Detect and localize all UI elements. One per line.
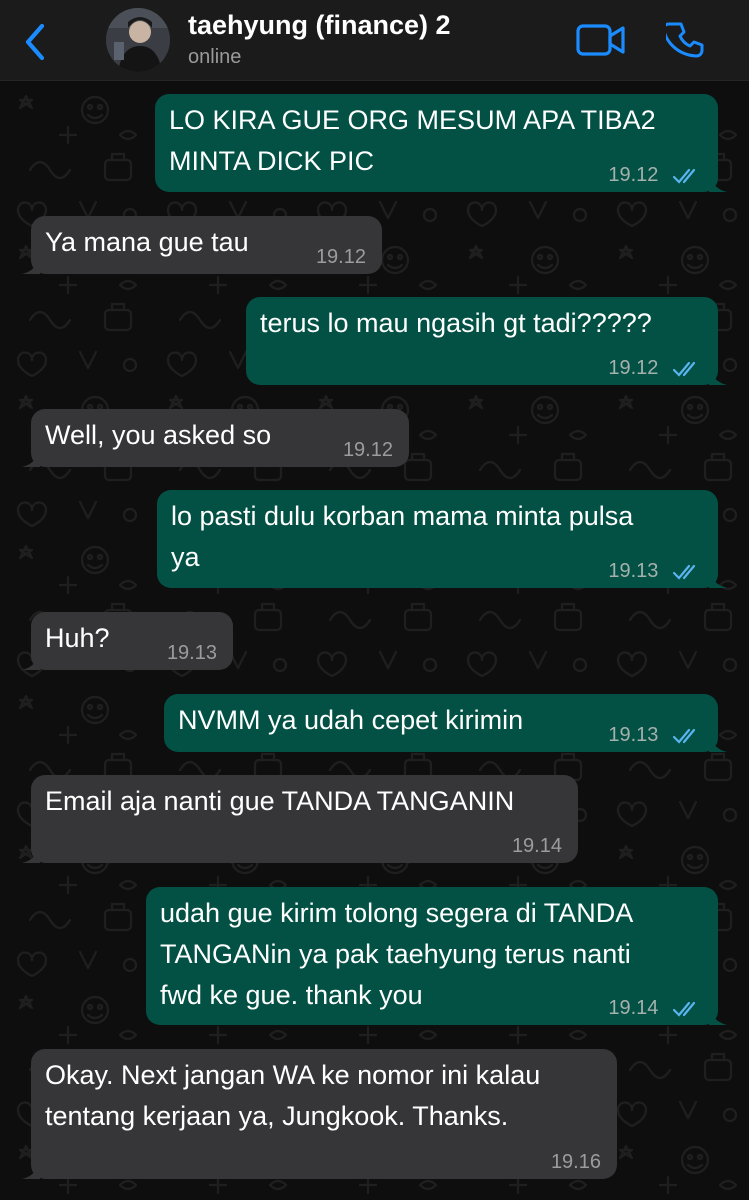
bubble-tail [22, 254, 40, 274]
chat-screen: taehyung (finance) 2 online LO KIRA GUE … [0, 0, 749, 1200]
contact-avatar[interactable] [106, 8, 170, 72]
bubble-tail [22, 1159, 40, 1179]
bubble-tail [709, 365, 727, 385]
message-meta: 19.14 [608, 996, 702, 1020]
message-bubble-outgoing[interactable]: lo pasti dulu korban mama minta pulsa ya… [157, 490, 727, 588]
message-text: Email aja nanti gue TANDA TANGANIN [45, 786, 515, 816]
message-text: Okay. Next jangan WA ke nomor ini kalau … [45, 1060, 541, 1131]
message-time: 19.16 [550, 1151, 601, 1173]
bubble-tail [22, 843, 40, 863]
bubble-tail [709, 1005, 727, 1025]
video-camera-icon [576, 24, 625, 56]
message-bubble-outgoing[interactable]: NVMM ya udah cepet kirimin 19.13 [164, 694, 727, 752]
read-receipt-icon [672, 168, 696, 184]
read-receipt-icon [672, 361, 696, 377]
message-time: 19.14 [511, 835, 562, 857]
contact-status: online [188, 46, 242, 68]
read-receipt-icon [672, 728, 696, 744]
message-bubble-incoming[interactable]: Email aja nanti gue TANDA TANGANIN 19.14 [22, 775, 578, 863]
message-bubble-incoming[interactable]: Well, you asked so 19.12 [22, 409, 409, 467]
message-time: 19.12 [342, 439, 393, 461]
message-time: 19.13 [166, 642, 217, 664]
message-bubble-incoming[interactable]: Ya mana gue tau 19.12 [22, 216, 382, 274]
message-time: 19.13 [608, 560, 659, 582]
back-button[interactable] [20, 22, 50, 62]
message-meta: 19.13 [608, 723, 702, 747]
message-bubble-outgoing[interactable]: udah gue kirim tolong segera di TANDA TA… [146, 887, 727, 1025]
message-time: 19.12 [315, 246, 366, 268]
message-bubble-incoming[interactable]: Okay. Next jangan WA ke nomor ini kalau … [22, 1049, 617, 1179]
message-time: 19.12 [608, 357, 659, 379]
read-receipt-icon [672, 1001, 696, 1017]
read-receipt-icon [672, 564, 696, 580]
bubble-tail [709, 568, 727, 588]
contact-name[interactable]: taehyung (finance) 2 [188, 10, 451, 41]
bubble-tail [22, 650, 40, 670]
message-time: 19.12 [608, 164, 659, 186]
message-bubble-outgoing[interactable]: LO KIRA GUE ORG MESUM APA TIBA2 MINTA DI… [155, 94, 727, 192]
bubble-tail [22, 447, 40, 467]
message-meta: 19.13 [608, 559, 702, 583]
message-meta: 19.12 [608, 356, 702, 380]
bubble-tail [709, 732, 727, 752]
message-time: 19.14 [608, 997, 659, 1019]
message-time: 19.13 [608, 724, 659, 746]
message-bubble-outgoing[interactable]: terus lo mau ngasih gt tadi????? 19.12 [246, 297, 727, 385]
message-text: terus lo mau ngasih gt tadi????? [260, 308, 652, 338]
chat-header: taehyung (finance) 2 online [0, 0, 749, 81]
avatar-photo [106, 8, 170, 72]
voice-call-button[interactable] [662, 20, 706, 60]
video-call-button[interactable] [576, 22, 626, 58]
message-meta: 19.12 [608, 163, 702, 187]
chevron-left-icon [25, 23, 45, 61]
bubble-tail [709, 172, 727, 192]
message-bubble-incoming[interactable]: Huh? 19.13 [22, 612, 233, 670]
phone-icon [662, 22, 704, 58]
